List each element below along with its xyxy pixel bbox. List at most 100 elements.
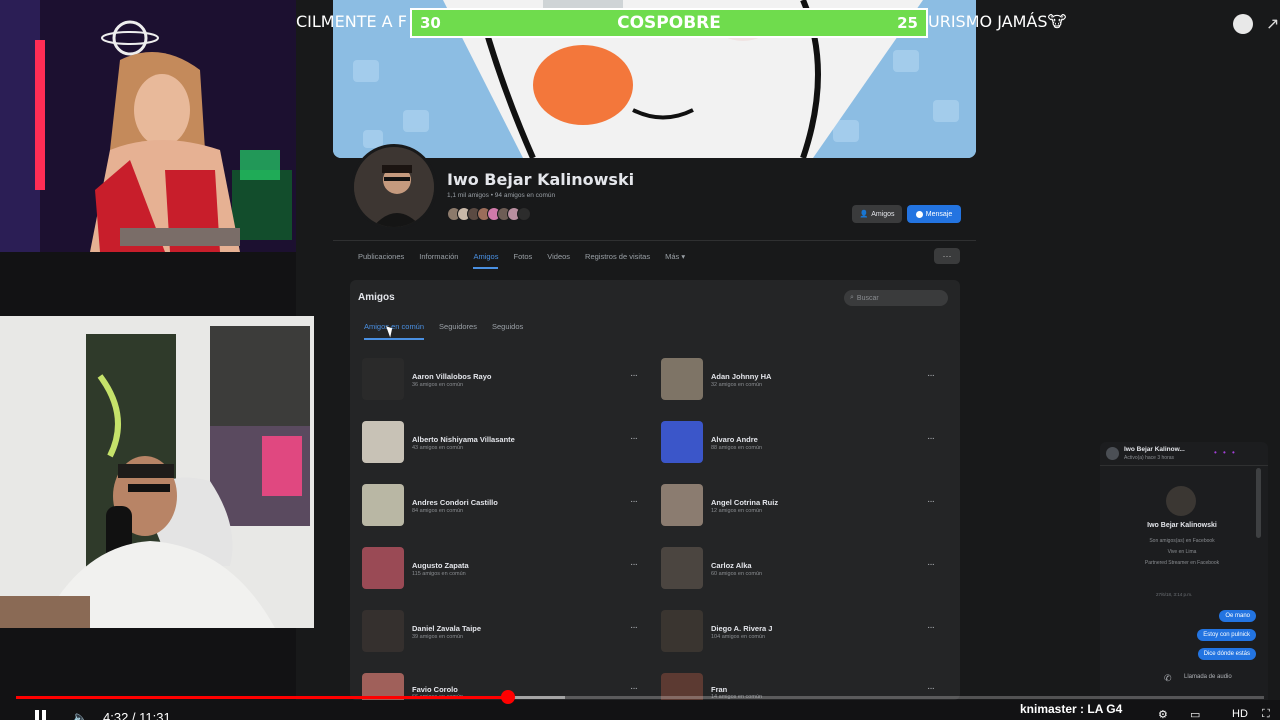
friend-name[interactable]: Fran [711, 685, 727, 694]
chat-message-bubble: Estoy con pulnick [1197, 629, 1256, 641]
friend-item[interactable]: Adan Johnny HA 32 amigos en común ··· [661, 358, 951, 402]
friend-photo[interactable] [362, 484, 404, 526]
subtitles-icon[interactable]: ▭ [1190, 708, 1200, 720]
friend-item[interactable]: Carloz Alka 60 amigos en común ··· [661, 547, 951, 591]
pause-icon[interactable] [34, 710, 48, 720]
hd-badge-icon[interactable]: HD [1232, 708, 1248, 720]
friend-photo[interactable] [661, 358, 703, 400]
vote-title: COSPOBRE [617, 13, 721, 33]
friend-more-button[interactable]: ··· [630, 683, 638, 694]
chat-header-status: Activo(a) hace 3 horas [1124, 455, 1175, 461]
friend-name[interactable]: Carloz Alka [711, 561, 752, 570]
friend-photo[interactable] [661, 484, 703, 526]
chat-header-avatar [1106, 447, 1119, 460]
tab-mas[interactable]: Más ▾ [665, 252, 685, 269]
friend-mutual: 104 amigos en común [711, 634, 766, 640]
fullscreen-icon[interactable]: ⛶ [1262, 708, 1270, 720]
vote-bar: 30 COSPOBRE 25 [410, 8, 928, 38]
chat-header[interactable]: Iwo Bejar Kalinow... Activo(a) hace 3 ho… [1100, 442, 1268, 466]
tabs-divider [333, 240, 976, 241]
profile-tabs: Publicaciones Información Amigos Fotos V… [358, 252, 700, 269]
friend-more-button[interactable]: ··· [927, 622, 935, 633]
friends-button[interactable]: 👤 Amigos [852, 205, 902, 223]
phone-icon[interactable]: ✆ [1164, 673, 1172, 684]
friend-name[interactable]: Alvaro Andre [711, 435, 758, 444]
friend-name[interactable]: Angel Cotrina Ruiz [711, 498, 778, 507]
profile-avatar[interactable] [351, 144, 437, 230]
tab-fotos[interactable]: Fotos [513, 252, 532, 269]
friend-item[interactable]: Angel Cotrina Ruiz 12 amigos en común ··… [661, 484, 951, 528]
friend-name[interactable]: Andres Condori Castillo [412, 498, 498, 507]
chat-info-line: Vive en Lima [1167, 549, 1197, 555]
friend-name[interactable]: Favio Corolo [412, 685, 458, 694]
friend-mutual: 60 amigos en común [711, 571, 763, 577]
tab-informacion[interactable]: Información [419, 252, 458, 269]
friend-more-button[interactable]: ··· [630, 370, 638, 381]
friend-more-button[interactable]: ··· [927, 433, 935, 444]
friend-item[interactable]: Alvaro Andre 88 amigos en común ··· [661, 421, 951, 465]
friend-more-button[interactable]: ··· [630, 559, 638, 570]
friend-photo[interactable] [362, 547, 404, 589]
friend-more-button[interactable]: ··· [927, 496, 935, 507]
tab-videos[interactable]: Videos [547, 252, 570, 269]
friend-mutual: 39 amigos en común [412, 634, 464, 640]
friend-name[interactable]: Alberto Nishiyama Villasante [412, 435, 515, 444]
friend-photo[interactable] [362, 610, 404, 652]
friend-item[interactable]: Aaron Villalobos Rayo 36 amigos en común… [362, 358, 652, 402]
mutual-friends-avatars[interactable] [447, 207, 531, 221]
friend-mutual: 88 amigos en común [711, 445, 763, 451]
watch-later-icon[interactable] [1233, 14, 1253, 34]
friend-more-button[interactable]: ··· [630, 496, 638, 507]
subtab-following[interactable]: Seguidos [492, 322, 523, 340]
friend-mutual: 43 amigos en común [412, 445, 464, 451]
chat-header-controls[interactable]: • • • [1214, 448, 1237, 457]
chat-message-bubble: Oe mano [1219, 610, 1256, 622]
friend-photo[interactable] [661, 421, 703, 463]
friend-photo[interactable] [661, 547, 703, 589]
friends-search-input[interactable]: ⌕ Buscar [844, 290, 948, 306]
friend-mutual: 36 amigos en común [412, 382, 464, 388]
profile-friend-count[interactable]: 1,1 mil amigos • 94 amigos en común [447, 192, 555, 199]
tab-publicaciones[interactable]: Publicaciones [358, 252, 404, 269]
friend-more-button[interactable]: ··· [927, 683, 935, 694]
friend-item[interactable]: Daniel Zavala Taipe 39 amigos en común ·… [362, 610, 652, 654]
friend-mutual: 115 amigos en común [412, 571, 466, 577]
friend-photo[interactable] [362, 421, 404, 463]
friend-name[interactable]: Augusto Zapata [412, 561, 469, 570]
message-button[interactable]: Mensaje [907, 205, 961, 223]
webcam-streamer-2 [0, 316, 314, 628]
more-options-button[interactable]: ··· [934, 248, 960, 264]
chat-info-line: Son amigos(as) en Facebook [1149, 538, 1215, 544]
chat-info-line: Partnered Streamer en Facebook [1144, 560, 1220, 566]
friend-mutual: 12 amigos en común [711, 508, 763, 514]
chat-scrollbar[interactable] [1256, 468, 1261, 538]
friend-photo[interactable] [661, 610, 703, 652]
friend-name[interactable]: Aaron Villalobos Rayo [412, 372, 491, 381]
friend-item[interactable]: Augusto Zapata 115 amigos en común ··· [362, 547, 652, 591]
friend-more-button[interactable]: ··· [630, 433, 638, 444]
friend-photo[interactable] [362, 358, 404, 400]
subtab-mutual[interactable]: Amigos en común [364, 322, 425, 340]
settings-icon[interactable]: ⚙ [1158, 708, 1168, 720]
tab-amigos[interactable]: Amigos [473, 252, 499, 269]
subtab-followers[interactable]: Seguidores [439, 322, 477, 340]
stream-chat-message: knimaster : LA G4 [1020, 702, 1123, 716]
friend-name[interactable]: Daniel Zavala Taipe [412, 624, 481, 633]
friend-name[interactable]: Diego A. Rivera J [711, 624, 772, 633]
friend-name[interactable]: Adan Johnny HA [711, 372, 771, 381]
friend-mutual: 32 amigos en común [711, 382, 763, 388]
friend-more-button[interactable]: ··· [630, 622, 638, 633]
friend-item[interactable]: Diego A. Rivera J 104 amigos en común ··… [661, 610, 951, 654]
friend-item[interactable]: Alberto Nishiyama Villasante 43 amigos e… [362, 421, 652, 465]
chat-contact-name: Iwo Bejar Kalinowski [1147, 522, 1217, 529]
tab-registros[interactable]: Registros de visitas [585, 252, 650, 269]
share-icon[interactable]: ↗ [1266, 14, 1279, 34]
friend-item[interactable]: Andres Condori Castillo 84 amigos en com… [362, 484, 652, 528]
progress-scrubber[interactable] [500, 690, 515, 704]
friend-more-button[interactable]: ··· [927, 559, 935, 570]
friend-more-button[interactable]: ··· [927, 370, 935, 381]
volume-icon[interactable]: 🔈 [72, 710, 88, 720]
search-placeholder: Buscar [856, 294, 879, 302]
chat-message-bubble: Dice dónde estás [1197, 648, 1256, 660]
message-button-label: Mensaje [925, 210, 953, 218]
